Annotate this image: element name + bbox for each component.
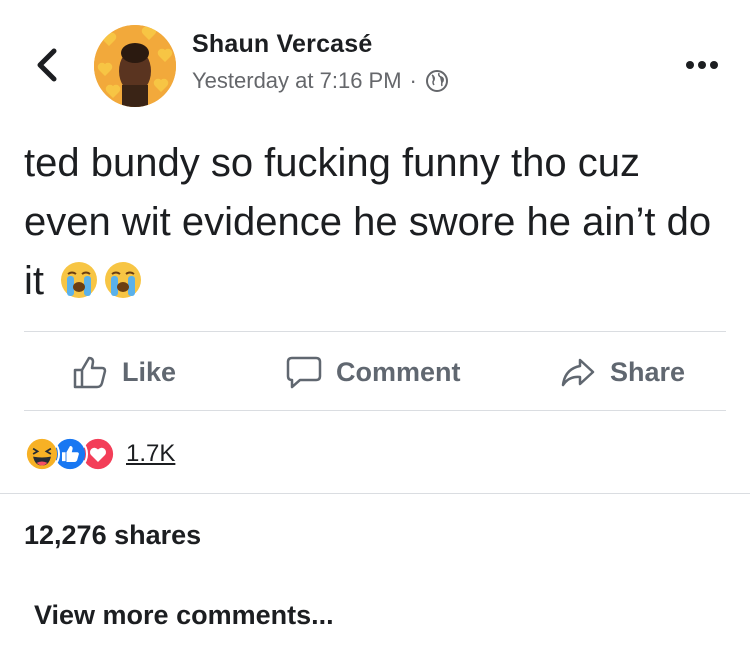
chevron-left-icon[interactable] <box>30 45 64 85</box>
thumbs-up-icon <box>73 356 107 389</box>
loudly-crying-face-icon <box>105 262 142 298</box>
share-count[interactable]: 12,276 shares <box>24 520 201 551</box>
share-label: Share <box>610 356 686 387</box>
action-bar: Like Comment Share <box>0 332 750 410</box>
post-header: Shaun Vercasé Yesterday at 7:16 PM · <box>0 0 750 120</box>
share-arrow-icon <box>561 358 595 387</box>
reaction-count[interactable]: 1.7K <box>126 440 175 468</box>
like-label: Like <box>122 356 177 387</box>
view-more-comments-link[interactable]: View more comments... <box>34 600 334 631</box>
meta-separator: · <box>409 68 417 93</box>
like-button[interactable]: Like <box>72 354 176 390</box>
globe-icon <box>425 70 448 92</box>
avatar[interactable] <box>94 25 176 107</box>
author-name[interactable]: Shaun Vercasé <box>192 30 372 59</box>
post-meta: Yesterday at 7:16 PM · <box>192 68 449 94</box>
reactions-summary[interactable]: 1.7K <box>24 434 175 474</box>
post-timestamp[interactable]: Yesterday at 7:16 PM <box>192 68 402 94</box>
comment-icon <box>286 356 322 389</box>
haha-reaction-icon <box>24 436 60 472</box>
more-horizontal-icon[interactable] <box>684 58 720 72</box>
avatar-image <box>94 25 176 107</box>
loudly-crying-face-icon <box>61 262 98 298</box>
comment-button[interactable]: Comment <box>286 354 461 390</box>
post-body: ted bundy so fucking funny tho cuz even … <box>24 134 734 311</box>
share-button[interactable]: Share <box>560 354 685 390</box>
divider <box>24 410 726 411</box>
comment-label: Comment <box>336 356 461 387</box>
divider <box>0 493 750 494</box>
